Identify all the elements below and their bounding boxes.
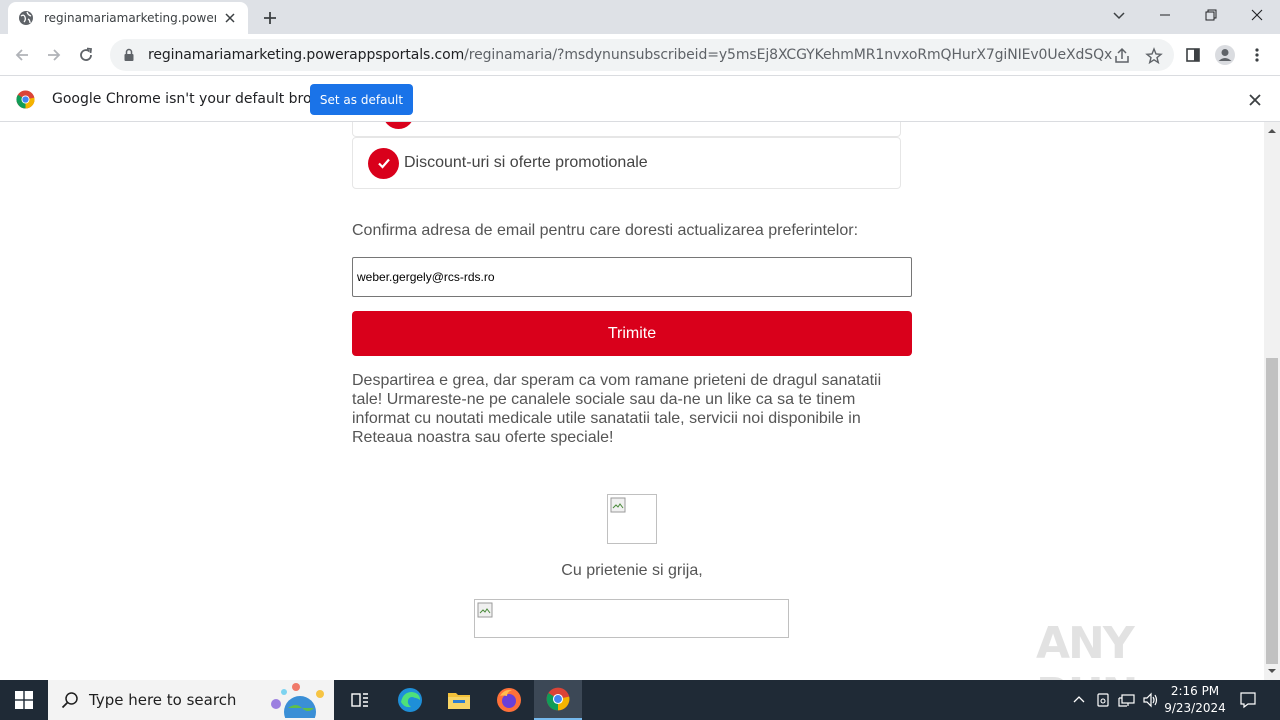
chevron-up-icon <box>1073 696 1085 703</box>
check-circle-icon <box>383 122 414 129</box>
task-view-button[interactable] <box>336 680 384 720</box>
new-tab-button[interactable] <box>258 6 282 30</box>
tray-volume[interactable] <box>1140 680 1162 720</box>
tab-search-button[interactable] <box>1096 0 1142 30</box>
folder-icon <box>448 693 470 709</box>
reload-button[interactable] <box>74 43 98 67</box>
broken-image-icon <box>610 497 626 513</box>
clock-time: 2:16 PM <box>1170 684 1220 698</box>
page-content: Discount-uri si oferte promotionale Conf… <box>0 122 1264 680</box>
windows-logo-icon <box>15 691 33 709</box>
chevron-down-icon <box>1113 12 1125 20</box>
speaker-icon <box>1143 692 1158 708</box>
signoff-text: Cu prietenie si grija, <box>561 562 703 579</box>
notification-icon <box>1240 692 1256 709</box>
url-path: /reginamaria/?msdynunsubscribeid=y5msEj8… <box>464 47 1113 63</box>
email-input[interactable] <box>352 257 912 297</box>
search-placeholder: Type here to search <box>89 691 237 709</box>
share-icon[interactable] <box>1113 47 1131 65</box>
submit-button[interactable]: Trimite <box>352 311 912 356</box>
default-browser-infobar: Google Chrome isn't your default browser… <box>0 77 1280 122</box>
lock-icon[interactable] <box>122 48 136 62</box>
notification-center-button[interactable] <box>1234 680 1262 720</box>
scroll-thumb[interactable] <box>1266 358 1278 664</box>
broken-image <box>607 494 657 544</box>
show-hidden-icons-button[interactable] <box>1068 680 1090 720</box>
profile-avatar-icon <box>1215 45 1235 65</box>
taskbar-firefox[interactable] <box>485 680 533 720</box>
broken-image <box>474 599 789 638</box>
side-panel-button[interactable] <box>1182 44 1204 66</box>
minimize-button[interactable] <box>1142 0 1188 30</box>
clock-date: 9/23/2024 <box>1164 701 1226 715</box>
confirm-email-label: Confirma adresa de email pentru care dor… <box>352 222 859 239</box>
close-tab-icon[interactable] <box>222 10 238 26</box>
infobar-message: Google Chrome isn't your default browser <box>52 91 345 107</box>
option-label: Discount-uri si oferte promotionale <box>404 154 648 171</box>
back-button[interactable] <box>10 43 34 67</box>
page-scrollbar[interactable] <box>1264 122 1280 680</box>
taskbar-search[interactable]: Type here to search <box>48 680 334 720</box>
chrome-menu-button[interactable] <box>1246 44 1268 66</box>
globe-icon <box>19 11 33 25</box>
url-text: reginamariamarketing.powerappsportals.co… <box>148 47 1112 63</box>
chrome-icon <box>546 687 570 711</box>
edge-icon <box>398 688 422 712</box>
tab-title: reginamariamarketing.powerapps <box>44 11 216 25</box>
scroll-up-icon[interactable] <box>1268 127 1276 135</box>
profile-button[interactable] <box>1214 44 1236 66</box>
close-infobar-icon[interactable] <box>1247 92 1263 108</box>
task-view-icon <box>351 693 368 707</box>
scroll-down-icon[interactable] <box>1268 667 1276 675</box>
search-highlight-globe-icon <box>271 683 324 718</box>
preference-option-partial[interactable] <box>352 122 901 137</box>
taskbar-edge[interactable] <box>386 680 434 720</box>
reload-icon <box>80 47 93 61</box>
browser-toolbar: reginamariamarketing.powerappsportals.co… <box>0 34 1280 76</box>
plus-icon <box>264 12 276 24</box>
url-host: reginamariamarketing.powerappsportals.co… <box>148 47 465 63</box>
restore-icon <box>1205 9 1217 21</box>
checkmark-icon <box>377 158 390 169</box>
tray-meet-now[interactable] <box>1092 680 1114 720</box>
star-icon[interactable] <box>1145 47 1163 65</box>
taskbar-file-explorer[interactable] <box>435 680 483 720</box>
check-circle-icon <box>368 147 399 179</box>
minimize-icon <box>1160 14 1170 16</box>
anyrun-watermark: ANY RUN <box>1036 610 1236 720</box>
close-window-button[interactable] <box>1234 0 1280 30</box>
tab-strip: reginamariamarketing.powerapps <box>0 0 1280 34</box>
forward-button[interactable] <box>42 43 66 67</box>
search-icon <box>61 692 78 709</box>
broken-image-icon <box>477 602 493 618</box>
tray-network[interactable] <box>1116 680 1138 720</box>
address-bar[interactable]: reginamariamarketing.powerappsportals.co… <box>110 39 1174 71</box>
device-icon <box>1097 693 1109 707</box>
arrow-right-icon <box>48 49 61 61</box>
browser-tab[interactable]: reginamariamarketing.powerapps <box>8 2 248 34</box>
farewell-message: Despartirea e grea, dar speram ca vom ra… <box>352 372 882 446</box>
chrome-logo-icon <box>16 90 35 109</box>
arrow-left-icon <box>15 49 28 61</box>
start-button[interactable] <box>0 680 48 720</box>
taskbar-chrome[interactable] <box>534 680 582 720</box>
taskbar-clock[interactable]: 2:16 PM 9/23/2024 <box>1160 683 1230 717</box>
restore-button[interactable] <box>1188 0 1234 30</box>
network-icon <box>1118 694 1135 707</box>
more-vertical-icon <box>1255 48 1259 62</box>
set-as-default-button[interactable]: Set as default <box>310 84 413 115</box>
preference-option[interactable]: Discount-uri si oferte promotionale <box>352 137 901 189</box>
close-icon <box>1251 9 1263 21</box>
side-panel-icon <box>1186 48 1200 62</box>
windows-taskbar: Type here to search 2:16 PM 9/23/2024 <box>0 680 1280 720</box>
firefox-icon <box>497 688 521 712</box>
